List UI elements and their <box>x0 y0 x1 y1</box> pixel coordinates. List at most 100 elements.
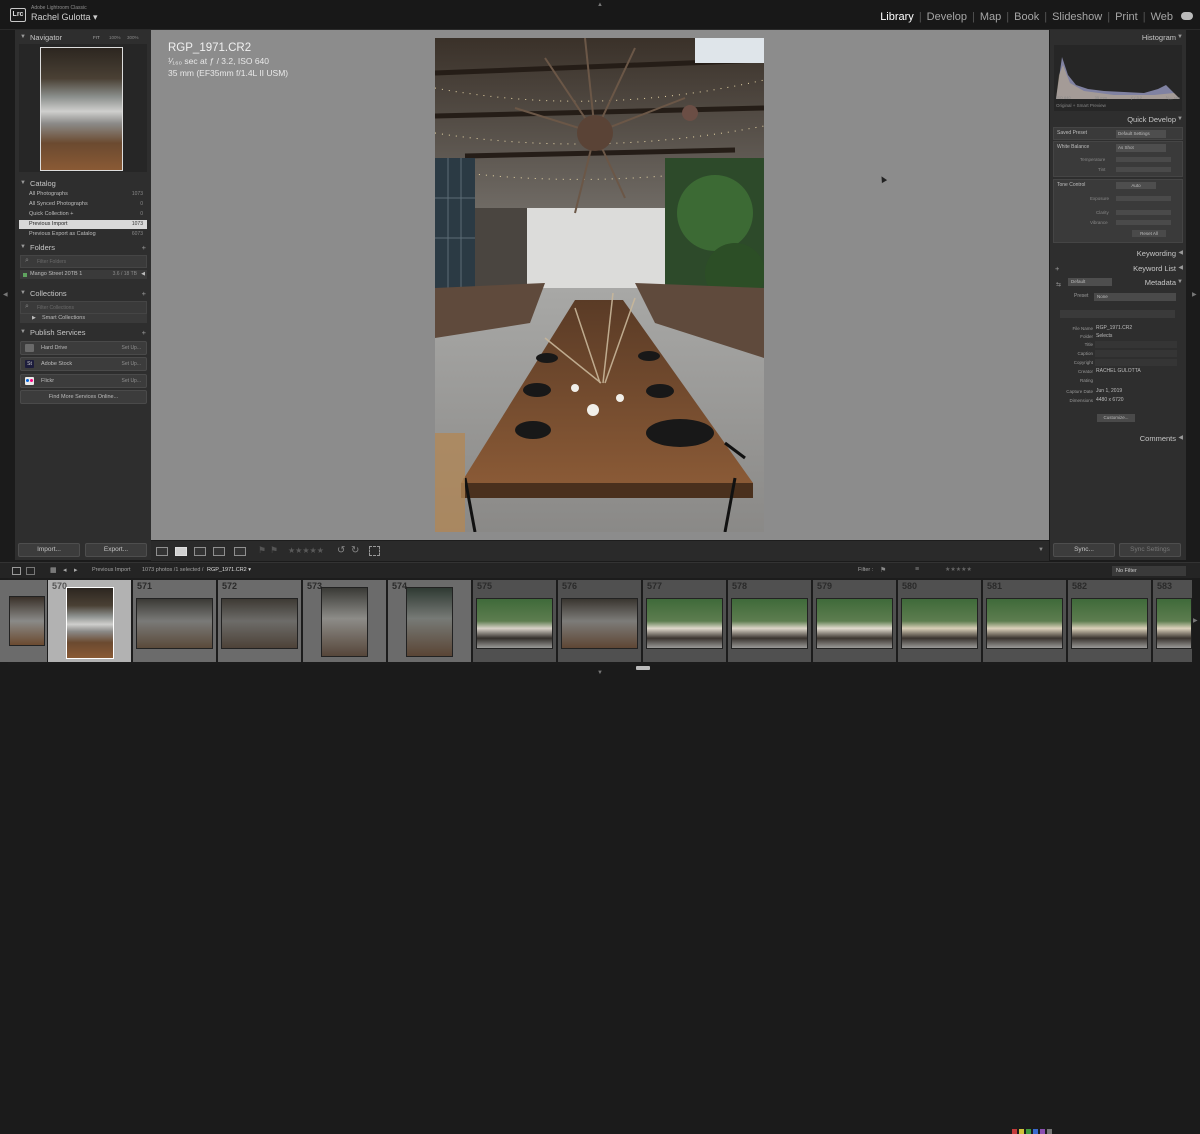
saved-preset-select[interactable]: Default Settings <box>1116 130 1166 138</box>
comments-header[interactable]: Comments ◀ <box>1050 432 1186 445</box>
filmstrip-cell[interactable]: 580 <box>898 580 981 662</box>
filmstrip-cell-selected[interactable]: 570 <box>48 580 131 662</box>
filmstrip-cell[interactable]: 577 <box>643 580 726 662</box>
filmstrip-cell[interactable]: 575 <box>473 580 556 662</box>
secondary-window-icon[interactable] <box>26 567 35 575</box>
filmstrip-cell[interactable]: 576 <box>558 580 641 662</box>
filmstrip-cell[interactable]: 571 <box>133 580 216 662</box>
filmstrip-cell[interactable]: 572 <box>218 580 301 662</box>
folders-header[interactable]: ▼ Folders + <box>15 241 151 254</box>
filmstrip-cell[interactable] <box>0 580 47 662</box>
survey-view-icon[interactable] <box>213 547 225 556</box>
publish-flickr[interactable]: Flickr Set Up... <box>20 374 147 388</box>
rotate-right-icon[interactable]: ↻ <box>351 545 359 556</box>
module-print[interactable]: Print <box>1110 11 1143 23</box>
filmstrip-cell[interactable]: 574 <box>388 580 471 662</box>
flag-filter-icon[interactable]: ⚑ <box>880 566 886 574</box>
flag-pick-icon[interactable]: ⚑ <box>258 545 266 556</box>
module-develop[interactable]: Develop <box>922 11 972 23</box>
crop-icon[interactable] <box>369 546 380 556</box>
grid-icon[interactable]: ▦ <box>50 566 57 574</box>
loupe-view-icon[interactable] <box>175 547 187 556</box>
publish-services-header[interactable]: ▼ Publish Services + <box>15 326 151 339</box>
filmstrip-cell[interactable]: 581 <box>983 580 1066 662</box>
collapse-top-panel-icon[interactable]: ▲ <box>597 2 603 8</box>
star-rating-icon[interactable]: ★★★★★ <box>288 546 324 555</box>
collapse-left-panel-icon[interactable]: ◀ <box>3 292 8 298</box>
collections-header[interactable]: ▼ Collections + <box>15 287 151 300</box>
filmstrip-cell[interactable]: 579 <box>813 580 896 662</box>
purple-label-filter[interactable] <box>1040 1129 1045 1134</box>
edit-filter-icon[interactable]: ≡ <box>915 566 919 573</box>
smart-collections-item[interactable]: ▶ Smart Collections <box>20 314 147 323</box>
people-view-icon[interactable] <box>234 547 246 556</box>
cloud-sync-icon[interactable] <box>1181 12 1193 20</box>
catalog-item-quick-collection[interactable]: Quick Collection +0 <box>29 210 147 219</box>
metadata-creator[interactable]: RACHEL GULOTTA <box>1096 367 1141 376</box>
metadata-view-select[interactable]: Default <box>1068 278 1112 286</box>
quick-develop-header[interactable]: Quick Develop ▼ <box>1050 113 1186 126</box>
red-label-filter[interactable] <box>1012 1129 1017 1134</box>
white-balance-select[interactable]: As Shot <box>1116 144 1166 152</box>
flag-reject-icon[interactable]: ⚑ <box>270 545 278 556</box>
collections-filter-input[interactable]: ⌕ Filter Collections <box>20 301 147 314</box>
filmstrip-cell[interactable]: 573 <box>303 580 386 662</box>
keywording-header[interactable]: Keywording ◀ <box>1050 247 1186 260</box>
temperature-buttons[interactable] <box>1116 157 1171 162</box>
filmstrip-scrollbar[interactable] <box>636 666 650 670</box>
zoom-100[interactable]: 100% <box>109 31 121 44</box>
compare-view-icon[interactable] <box>194 547 206 556</box>
keyword-list-header[interactable]: + Keyword List ◀ <box>1050 262 1186 275</box>
metadata-copyright-field[interactable] <box>1095 359 1177 366</box>
metadata-sync-icon[interactable]: ⇆ <box>1056 279 1061 292</box>
navigator-preview[interactable] <box>19 44 147 172</box>
exposure-buttons[interactable] <box>1116 196 1171 201</box>
selected-file[interactable]: RGP_1971.CR2 ▾ <box>207 567 251 573</box>
metadata-capture-date[interactable]: Jun 1, 2019 <box>1096 387 1122 396</box>
import-button[interactable]: Import... <box>18 543 80 557</box>
filmstrip-cell[interactable]: 583 <box>1153 580 1192 662</box>
collapse-right-panel-icon[interactable]: ▶ <box>1192 292 1197 298</box>
customize-button[interactable]: Customize... <box>1097 414 1135 422</box>
catalog-item-all-synced[interactable]: All Synced Photographs 0 <box>29 200 147 209</box>
module-library[interactable]: Library <box>875 11 919 23</box>
folders-filter-input[interactable]: ⌕ Filter Folders <box>20 255 147 268</box>
filmstrip-scroll-right-icon[interactable]: ▶ <box>1193 618 1198 624</box>
sync-settings-button[interactable]: Sync Settings <box>1119 543 1181 557</box>
collapse-bottom-panel-icon[interactable]: ▼ <box>597 670 603 676</box>
vibrance-buttons[interactable] <box>1116 220 1171 225</box>
gray-label-filter[interactable] <box>1047 1129 1052 1134</box>
sync-button[interactable]: Sync... <box>1053 543 1115 557</box>
zoom-300[interactable]: 300% <box>127 31 139 44</box>
module-map[interactable]: Map <box>975 11 1006 23</box>
module-book[interactable]: Book <box>1009 11 1044 23</box>
histogram-header[interactable]: Histogram ▼ <box>1050 31 1186 44</box>
export-button[interactable]: Export... <box>85 543 147 557</box>
user-name[interactable]: Rachel Gulotta ▾ <box>31 12 98 23</box>
filmstrip-cell[interactable]: 582 <box>1068 580 1151 662</box>
grid-view-icon[interactable] <box>156 547 168 556</box>
catalog-header[interactable]: ▼ Catalog <box>15 177 151 190</box>
catalog-item-previous-export[interactable]: Previous Export as Catalog 6073 <box>29 230 147 239</box>
histogram[interactable]: ISO 640 35 mm ƒ / 3.2 ¹⁄₁₆₀ sec Original… <box>1054 45 1182 111</box>
metadata-title-field[interactable] <box>1095 341 1177 348</box>
filter-select[interactable]: No Filter <box>1112 566 1186 576</box>
main-photo[interactable] <box>435 38 764 532</box>
metadata-preset-select[interactable]: None <box>1094 293 1176 301</box>
filmstrip-cell[interactable]: 578 <box>728 580 811 662</box>
source-label[interactable]: Previous Import <box>92 567 131 573</box>
metadata-folder[interactable]: Selects <box>1096 332 1112 341</box>
reset-all-button[interactable]: Reset All <box>1132 230 1166 237</box>
tint-buttons[interactable] <box>1116 167 1171 172</box>
clarity-buttons[interactable] <box>1116 210 1171 215</box>
primary-window-icon[interactable] <box>12 567 21 575</box>
module-slideshow[interactable]: Slideshow <box>1047 11 1107 23</box>
back-arrow-icon[interactable]: ◂ <box>63 566 67 574</box>
catalog-item-previous-import[interactable]: Previous Import 1073 <box>19 220 147 229</box>
zoom-fit[interactable]: FIT <box>93 31 100 44</box>
find-more-services-button[interactable]: Find More Services Online... <box>20 390 147 404</box>
toolbar-menu-icon[interactable]: ▼ <box>1038 547 1044 553</box>
rating-filter-icon[interactable]: ★★★★★ <box>945 566 972 573</box>
yellow-label-filter[interactable] <box>1019 1129 1024 1134</box>
rotate-left-icon[interactable]: ↺ <box>337 545 345 556</box>
